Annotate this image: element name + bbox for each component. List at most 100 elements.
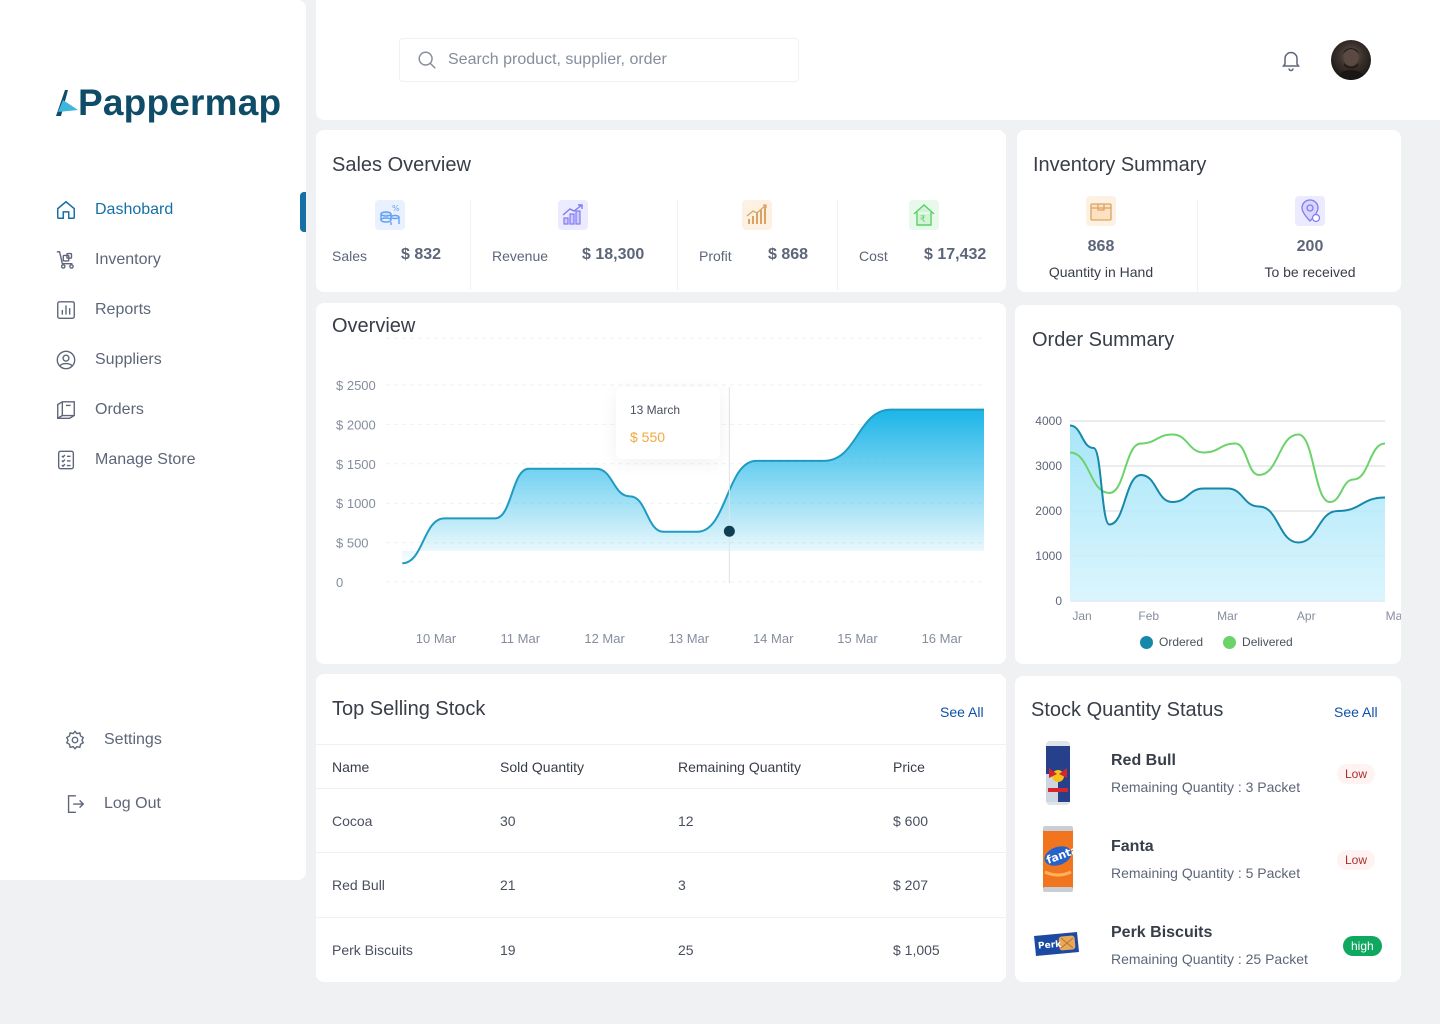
avatar-photo-icon <box>1337 48 1365 80</box>
legend-label-delivered: Delivered <box>1242 635 1293 649</box>
inventory-label: To be received <box>1264 264 1356 280</box>
top-selling-title: Top Selling Stock <box>332 698 486 720</box>
sidebar-item-logout[interactable]: Log Out <box>63 792 161 816</box>
orders-icon <box>54 398 78 422</box>
x-tick-label: Apr <box>1297 609 1316 623</box>
search-input[interactable] <box>448 51 778 69</box>
see-all-link[interactable]: See All <box>1334 704 1378 720</box>
stat-value: $ 18,300 <box>582 246 645 263</box>
x-tick-label: 14 Mar <box>753 631 794 646</box>
divider <box>677 200 678 290</box>
sidebar-item-manage-store[interactable]: Manage Store <box>54 448 196 472</box>
sidebar-item-settings[interactable]: Settings <box>63 728 162 752</box>
inventory-value: 868 <box>1087 238 1115 255</box>
sidebar-item-orders[interactable]: Orders <box>54 398 144 422</box>
logo-icon <box>56 90 78 116</box>
y-tick-label: $ 500 <box>336 536 369 551</box>
user-avatar[interactable] <box>1331 40 1371 80</box>
profit-icon <box>742 200 772 230</box>
column-header[interactable]: Name <box>332 759 369 775</box>
list-item[interactable]: Perk Perk Biscuits Remaining Quantity : … <box>1015 910 1401 990</box>
sidebar-item-label: Log Out <box>104 795 161 812</box>
inventory-summary-card: Inventory Summary 868 Quantity in Hand 2… <box>1017 130 1401 292</box>
revenue-icon <box>558 200 588 230</box>
list-item[interactable]: Red Bull Remaining Quantity : 3 Packet L… <box>1015 738 1401 818</box>
sidebar-item-label: Manage Store <box>95 451 196 468</box>
inventory-label: Quantity in Hand <box>1048 264 1154 280</box>
sales-overview-title: Sales Overview <box>332 154 471 176</box>
status-badge: high <box>1343 936 1382 956</box>
sidebar-item-dashboard[interactable]: Dashobard <box>54 198 173 222</box>
stock-status-title: Stock Quantity Status <box>1031 699 1224 721</box>
divider <box>1197 200 1198 292</box>
app-name: Pappermap <box>78 82 282 123</box>
ordered-area <box>1070 425 1385 601</box>
sidebar-item-inventory[interactable]: Inventory <box>54 248 161 272</box>
sidebar-item-label: Suppliers <box>95 351 162 368</box>
sales-overview-card: Sales Overview % Sales $ 832 Revenue $ 1… <box>316 130 1006 292</box>
stock-remaining: Remaining Quantity : 25 Packet <box>1111 951 1308 967</box>
x-tick-label: 16 Mar <box>922 631 963 646</box>
stock-name: Fanta <box>1111 838 1154 855</box>
fanta-can-icon: fanta <box>1043 826 1080 892</box>
location-icon <box>1295 196 1325 226</box>
cell-price: $ 1,005 <box>893 942 940 958</box>
status-badge: Low <box>1337 764 1376 784</box>
gear-icon <box>63 728 87 752</box>
stock-quantity-status-card: Stock Quantity Status See All Red Bull R… <box>1015 676 1401 982</box>
tooltip-value: $ 550 <box>630 429 666 445</box>
notification-bell-icon[interactable] <box>1279 48 1303 72</box>
perk-biscuit-icon: Perk <box>1034 932 1079 956</box>
suppliers-icon <box>54 348 78 372</box>
chart-legend: Ordered Delivered <box>1140 635 1293 649</box>
y-tick-label: 0 <box>1055 594 1062 608</box>
stat-label: Sales <box>332 248 368 264</box>
legend-swatch-ordered <box>1140 635 1153 649</box>
search-icon <box>418 51 436 69</box>
table-row[interactable]: Perk Biscuits 19 25 $ 1,005 <box>316 917 1006 981</box>
legend-label-ordered: Ordered <box>1159 635 1204 649</box>
order-summary-chart: 0 1000 2000 3000 4000 Jan Feb Mar Apr May <box>1035 414 1401 623</box>
app-logo[interactable]: Pappermap <box>54 82 281 124</box>
column-header[interactable]: Price <box>893 759 925 775</box>
y-tick-label: 3000 <box>1035 459 1062 473</box>
column-header[interactable]: Remaining Quantity <box>678 759 801 775</box>
sidebar-item-label: Dashobard <box>95 201 174 218</box>
table-row[interactable]: Cocoa 30 12 $ 600 <box>316 788 1006 852</box>
divider <box>837 200 838 290</box>
stat-value: $ 868 <box>768 246 809 263</box>
inventory-stat-in-hand: 868 Quantity in Hand <box>1011 196 1191 280</box>
x-tick-label: May <box>1386 609 1401 623</box>
highlight-point <box>723 525 735 537</box>
list-item[interactable]: fanta Fanta Remaining Quantity : 5 Packe… <box>1015 824 1401 904</box>
sidebar-item-suppliers[interactable]: Suppliers <box>54 348 162 372</box>
stat-label: Profit <box>699 248 732 264</box>
table-header: Name Sold Quantity Remaining Quantity Pr… <box>316 744 1006 788</box>
x-tick-label: 10 Mar <box>416 631 457 646</box>
order-summary-card: Order Summary 0 1000 2000 3000 4000 Jan Feb Mar… <box>1015 305 1401 664</box>
stock-name: Red Bull <box>1111 752 1176 769</box>
column-header[interactable]: Sold Quantity <box>500 759 584 775</box>
inventory-summary-title: Inventory Summary <box>1033 154 1207 176</box>
sidebar-item-reports[interactable]: Reports <box>54 298 151 322</box>
x-tick-label: Mar <box>1217 609 1238 623</box>
logout-icon <box>63 792 87 816</box>
x-tick-label: 11 Mar <box>501 631 541 646</box>
stock-remaining: Remaining Quantity : 3 Packet <box>1111 779 1301 795</box>
manage-store-icon <box>54 448 78 472</box>
cell-sold: 21 <box>500 877 516 893</box>
x-tick-label: Feb <box>1138 609 1159 623</box>
search-box[interactable] <box>399 38 799 82</box>
y-tick-label: 1000 <box>1035 549 1062 563</box>
stock-remaining: Remaining Quantity : 5 Packet <box>1111 865 1301 881</box>
sidebar-item-label: Inventory <box>95 251 161 268</box>
inventory-value: 200 <box>1296 238 1324 255</box>
stat-label: Cost <box>859 248 888 264</box>
y-tick-label: 2000 <box>1035 504 1062 518</box>
x-tick-label: Jan <box>1072 609 1091 623</box>
stat-label: Revenue <box>492 248 549 264</box>
see-all-link[interactable]: See All <box>940 704 984 720</box>
overview-chart: 0 $ 500 $ 1000 $ 1500 $ 2000 $ 2500 10 Mar 11 M… <box>336 337 986 646</box>
cell-remaining: 12 <box>678 813 694 829</box>
table-row[interactable]: Red Bull 21 3 $ 207 <box>316 852 1006 916</box>
